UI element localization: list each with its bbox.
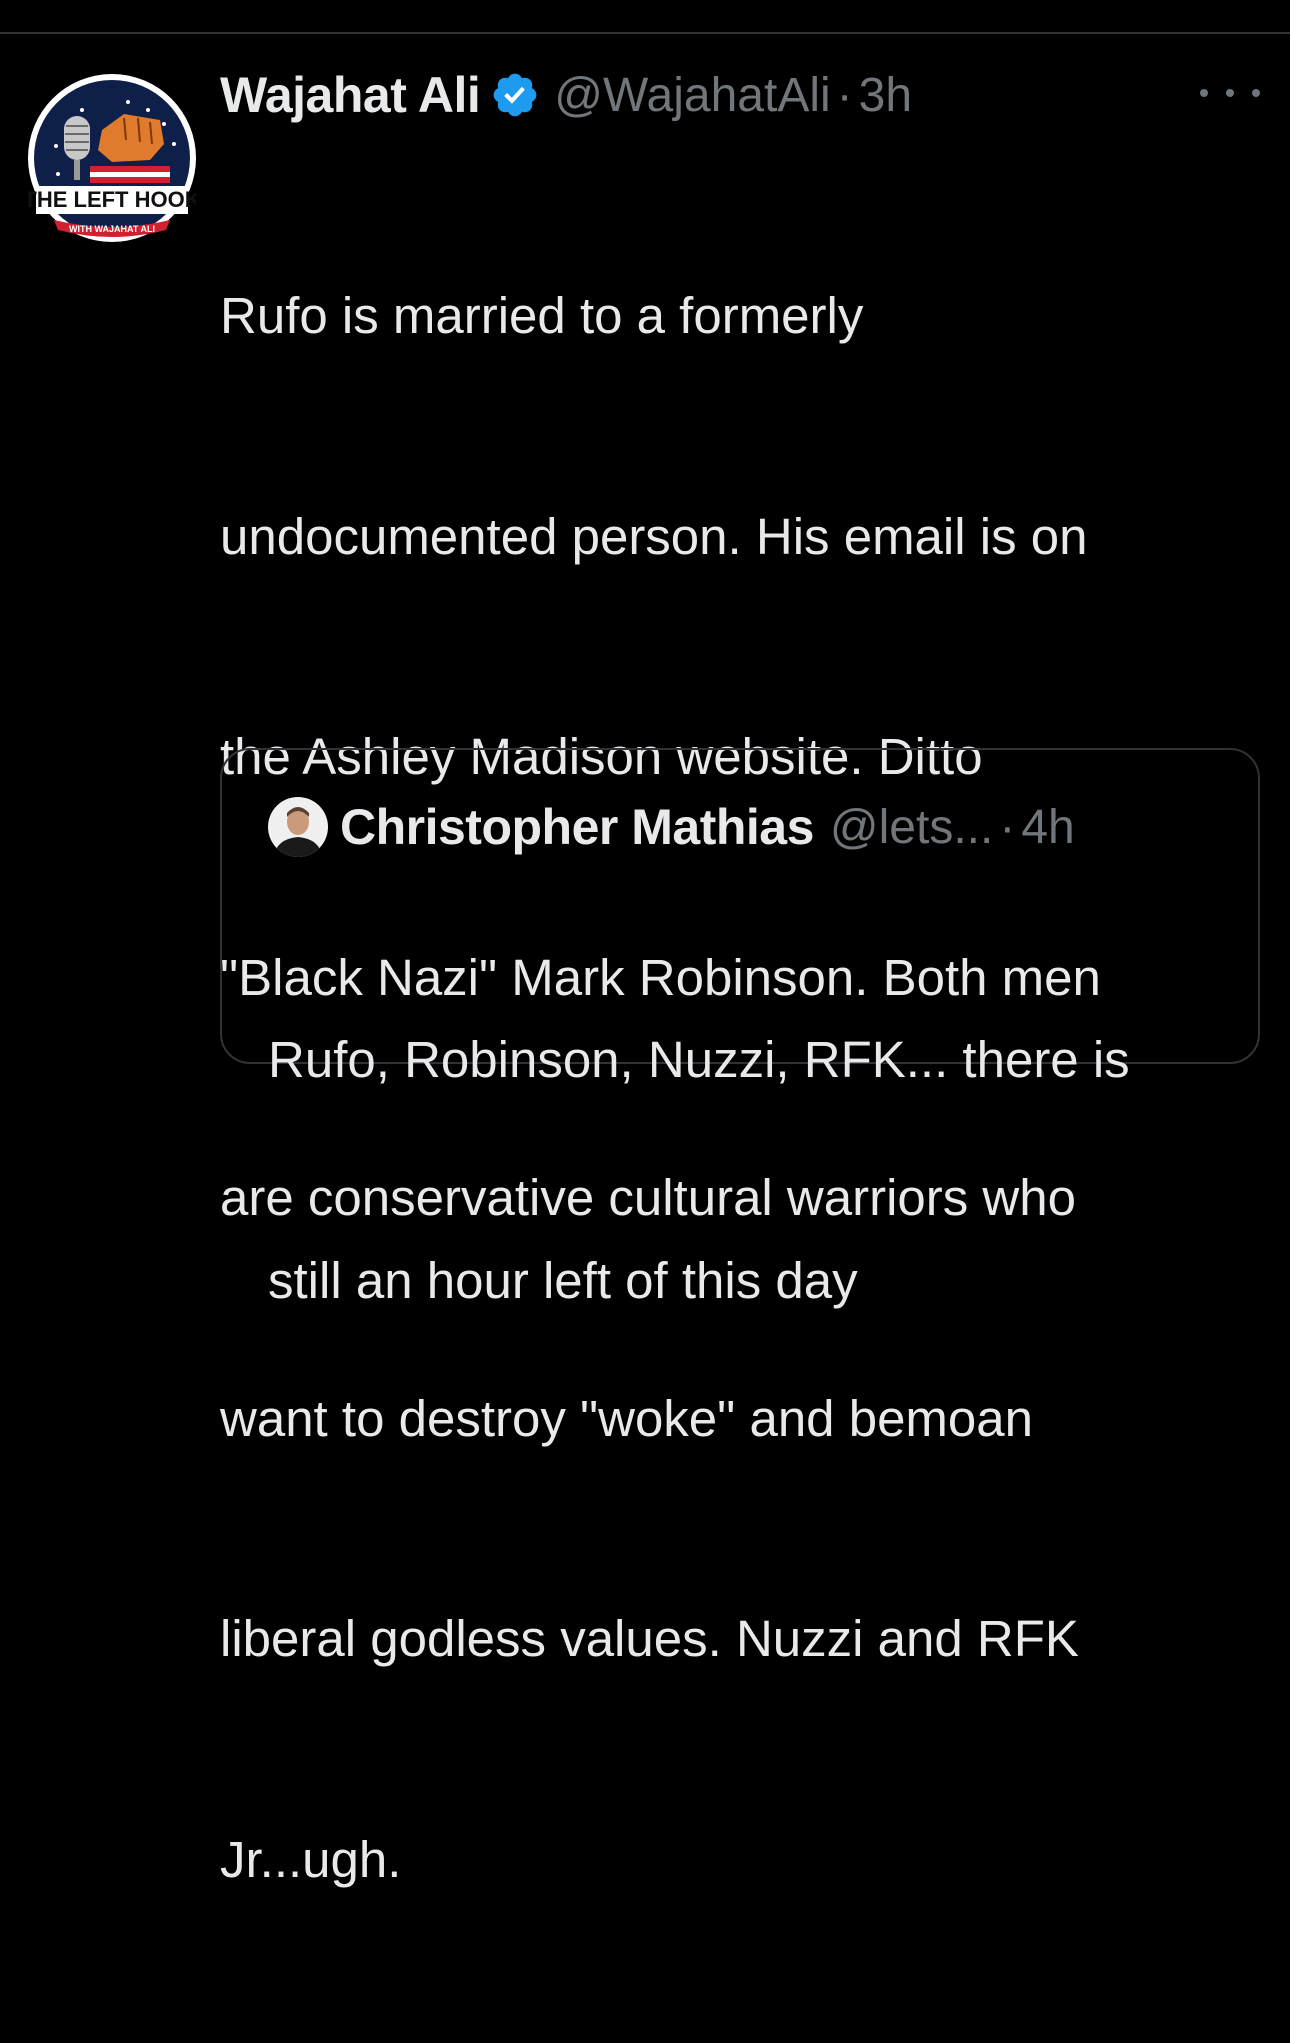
quoted-tweet-timestamp[interactable]: 4h xyxy=(1021,800,1074,855)
tweet-text-line: undocumented person. His email is on xyxy=(220,507,1088,565)
quoted-author-handle[interactable]: @lets... xyxy=(830,800,993,855)
more-options-icon[interactable] xyxy=(1200,78,1260,108)
svg-text:THE LEFT HOOK: THE LEFT HOOK xyxy=(28,187,196,212)
quoted-text-line: Rufo, Robinson, Nuzzi, RFK... there is xyxy=(268,1031,1130,1088)
quoted-author-display-name[interactable]: Christopher Mathias xyxy=(340,798,814,856)
quoted-author-avatar[interactable] xyxy=(268,797,328,857)
separator-dot: · xyxy=(836,68,853,122)
author-handle[interactable]: @WajahatAli xyxy=(554,68,830,123)
left-hook-logo: THE LEFT HOOK WITH WAJAHAT ALI xyxy=(28,74,196,242)
quoted-tweet-header: Christopher Mathias @lets... · 4h xyxy=(268,796,1075,858)
author-avatar[interactable]: THE LEFT HOOK WITH WAJAHAT ALI xyxy=(28,74,196,242)
quoted-tweet[interactable]: Christopher Mathias @lets... · 4h Rufo, … xyxy=(220,748,1260,1309)
tweet-text-line: liberal godless values. Nuzzi and RFK xyxy=(220,1610,1079,1667)
author-display-name[interactable]: Wajahat Ali xyxy=(220,66,481,124)
more-dot xyxy=(1200,89,1208,97)
verified-badge-icon[interactable] xyxy=(490,70,540,120)
tweet-header: Wajahat Ali @WajahatAli · 3h xyxy=(220,64,912,126)
tweet-text-line: Jr...ugh. xyxy=(220,1830,402,1888)
tweet-timestamp[interactable]: 3h xyxy=(859,68,912,123)
person-avatar-icon xyxy=(268,797,328,857)
tweet-text-line: Rufo is married to a formerly xyxy=(220,287,864,344)
tweet[interactable]: THE LEFT HOOK WITH WAJAHAT ALI Wajahat A… xyxy=(0,34,1290,1888)
svg-text:WITH WAJAHAT ALI: WITH WAJAHAT ALI xyxy=(69,224,155,234)
separator-dot: · xyxy=(999,800,1016,854)
more-dot xyxy=(1226,89,1234,97)
quoted-tweet-text: Rufo, Robinson, Nuzzi, RFK... there is s… xyxy=(268,876,1228,1464)
quoted-text-line: still an hour left of this day xyxy=(268,1251,858,1309)
more-dot xyxy=(1252,89,1260,97)
